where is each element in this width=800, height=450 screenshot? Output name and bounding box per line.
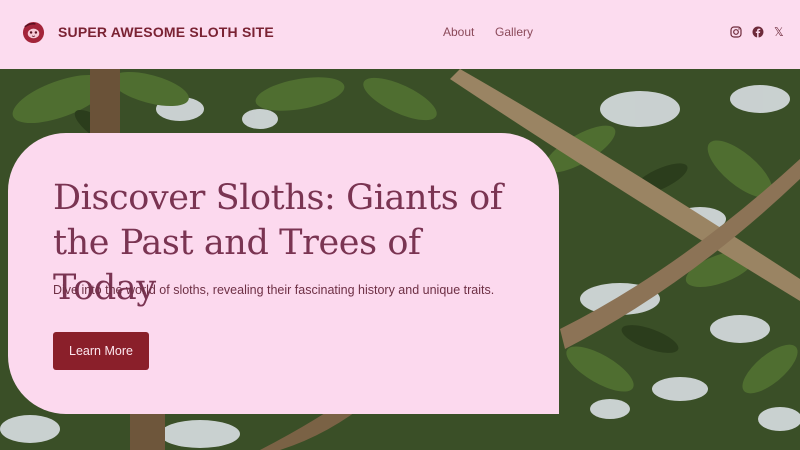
learn-more-button[interactable]: Learn More <box>53 332 149 370</box>
x-icon[interactable]: 𝕏 <box>774 26 786 38</box>
nav-link-about[interactable]: About <box>443 25 474 39</box>
sloth-logo-icon[interactable] <box>22 21 45 44</box>
hero-subtitle: Dive into the world of sloths, revealing… <box>53 283 495 297</box>
facebook-icon[interactable] <box>752 26 764 38</box>
site-title[interactable]: SUPER AWESOME SLOTH SITE <box>58 24 274 40</box>
site-header: SUPER AWESOME SLOTH SITE About Gallery 𝕏 <box>0 0 800 69</box>
nav-link-gallery[interactable]: Gallery <box>495 25 533 39</box>
instagram-icon[interactable] <box>730 26 742 38</box>
